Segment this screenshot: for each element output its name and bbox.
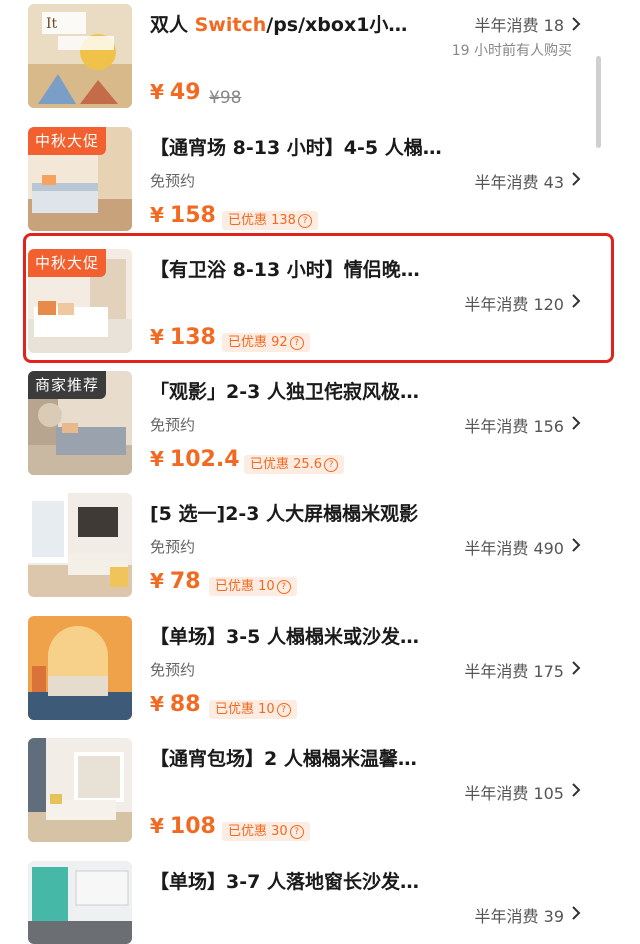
- product-title[interactable]: 「观影」2-3 人独卫侘寂风极…: [150, 377, 450, 404]
- product-title[interactable]: 【通宵场 8-13 小时】4-5 人榻…: [150, 133, 450, 160]
- sales-count: 半年消费 490: [464, 539, 564, 558]
- product-thumbnail[interactable]: [28, 616, 132, 720]
- recommend-tag: 商家推荐: [28, 371, 107, 399]
- currency-symbol: ¥: [150, 692, 164, 716]
- price-value: 108: [169, 814, 216, 839]
- price-value: 88: [169, 692, 201, 717]
- currency-symbol: ¥: [150, 814, 164, 838]
- sales-count: 半年消费 39: [474, 907, 564, 926]
- chevron-right-icon[interactable]: [570, 782, 582, 798]
- list-item[interactable]: 中秋大促 【通宵场 8-13 小时】4-5 人榻… 免预约 半年消费 43 ¥1…: [0, 127, 600, 250]
- sales-count: 半年消费 105: [464, 784, 564, 803]
- chevron-right-icon[interactable]: [570, 660, 582, 676]
- list-item[interactable]: 【单场】3-5 人榻榻米或沙发… 免预约 半年消费 175 ¥88 已优惠 10…: [0, 616, 600, 739]
- currency-symbol: ¥: [150, 80, 164, 104]
- price-value: 158: [169, 203, 216, 228]
- product-thumbnail[interactable]: [28, 738, 132, 842]
- currency-symbol: ¥: [150, 447, 164, 471]
- question-circle-icon[interactable]: ?: [276, 580, 291, 594]
- question-circle-icon[interactable]: ?: [276, 703, 291, 717]
- sales-count: 半年消费 18: [474, 16, 564, 35]
- price: ¥102.4: [150, 447, 240, 472]
- product-thumbnail[interactable]: 中秋大促: [28, 127, 132, 231]
- booking-note: 免预约: [150, 538, 196, 556]
- product-thumbnail[interactable]: [28, 493, 132, 597]
- question-circle-icon[interactable]: ?: [289, 825, 304, 839]
- chevron-right-icon[interactable]: [570, 16, 582, 32]
- product-title[interactable]: [5 选一]2-3 人大屏榻榻米观影: [150, 499, 450, 526]
- discount-badge: 已优惠 25.6?: [244, 455, 345, 474]
- chevron-right-icon[interactable]: [570, 537, 582, 553]
- discount-text: 已优惠 10: [215, 579, 275, 594]
- recent-purchase: 19 小时前有人购买: [451, 43, 572, 59]
- chevron-right-icon[interactable]: [570, 905, 582, 921]
- question-circle-icon[interactable]: ?: [324, 458, 339, 472]
- svg-text:It: It: [46, 16, 58, 32]
- chevron-right-icon[interactable]: [570, 415, 582, 431]
- price: ¥158: [150, 203, 216, 228]
- price-value: 102.4: [169, 447, 240, 472]
- sales-count: 半年消费 156: [464, 417, 564, 436]
- product-title[interactable]: 双人 Switch/ps/xbox1小…: [150, 10, 450, 37]
- sales-count: 半年消费 175: [464, 662, 564, 681]
- price: ¥108: [150, 814, 216, 839]
- booking-note: 免预约: [150, 416, 196, 434]
- price-value: 78: [169, 569, 201, 594]
- discount-text: 已优惠 25.6: [250, 457, 323, 472]
- list-item[interactable]: 【通宵包场】2 人榻榻米温馨… 半年消费 105 ¥108 已优惠 30?: [0, 738, 600, 861]
- price-value: 49: [169, 80, 201, 105]
- currency-symbol: ¥: [150, 569, 164, 593]
- product-title[interactable]: 【通宵包场】2 人榻榻米温馨…: [150, 744, 450, 771]
- list-item[interactable]: 【单场】3-7 人落地窗长沙发… 半年消费 39: [0, 861, 600, 944]
- product-title[interactable]: 【单场】3-5 人榻榻米或沙发…: [150, 622, 450, 649]
- selection-highlight: [23, 233, 614, 363]
- discount-badge: 已优惠 30?: [222, 822, 310, 841]
- discount-badge: 已优惠 138?: [222, 211, 318, 230]
- scrollbar[interactable]: [596, 56, 601, 148]
- promo-tag: 中秋大促: [28, 127, 107, 155]
- price: ¥78: [150, 569, 201, 594]
- booking-note: 免预约: [150, 661, 196, 679]
- price: ¥49: [150, 80, 201, 105]
- title-text: 双人: [150, 14, 195, 36]
- product-thumbnail[interactable]: It: [28, 4, 132, 108]
- question-circle-icon[interactable]: ?: [297, 214, 312, 228]
- currency-symbol: ¥: [150, 203, 164, 227]
- product-thumbnail[interactable]: 商家推荐: [28, 371, 132, 475]
- price: ¥88: [150, 692, 201, 717]
- discount-text: 已优惠 138: [228, 213, 296, 228]
- discount-text: 已优惠 30: [228, 824, 288, 839]
- list-item[interactable]: [5 选一]2-3 人大屏榻榻米观影 免预约 半年消费 490 ¥78 已优惠 …: [0, 493, 600, 616]
- discount-badge: 已优惠 10?: [209, 700, 297, 719]
- product-thumbnail[interactable]: [28, 861, 132, 944]
- product-title[interactable]: 【单场】3-7 人落地窗长沙发…: [150, 867, 450, 894]
- list-item[interactable]: 商家推荐 「观影」2-3 人独卫侘寂风极… 免预约 半年消费 156 ¥102.…: [0, 371, 600, 494]
- list-item[interactable]: It 双人 Switch/ps/xbox1小… 半年消费 18 19 小时前有人…: [0, 4, 600, 127]
- title-text: /ps/xbox1小…: [266, 14, 408, 36]
- sales-count: 半年消费 43: [474, 173, 564, 192]
- discount-text: 已优惠 10: [215, 702, 275, 717]
- title-highlight: Switch: [194, 14, 267, 36]
- original-price: ¥98: [209, 88, 242, 108]
- booking-note: 免预约: [150, 172, 196, 190]
- discount-badge: 已优惠 10?: [209, 577, 297, 596]
- chevron-right-icon[interactable]: [570, 171, 582, 187]
